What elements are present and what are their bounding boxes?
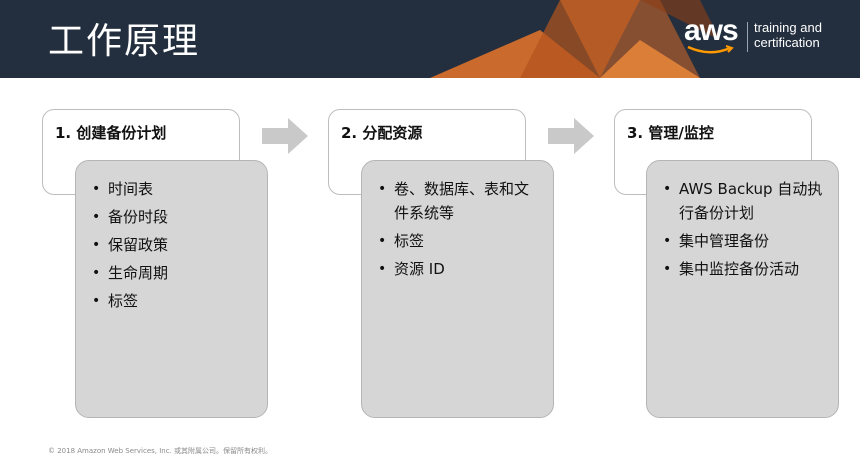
list-item: 标签: [92, 289, 257, 313]
step-2-label: 2. 分配资源: [341, 124, 423, 142]
header-banner: 工作原理 aws training and certification: [0, 0, 860, 78]
logo-tagline-line1: training and: [754, 20, 822, 35]
slide: 工作原理 aws training and certification 1. 创…: [0, 0, 860, 472]
list-item: AWS Backup 自动执行备份计划: [663, 177, 828, 225]
step-3-list: AWS Backup 自动执行备份计划 集中管理备份 集中监控备份活动: [647, 161, 838, 281]
logo-tagline-line2: certification: [754, 35, 820, 50]
list-item: 卷、数据库、表和文件系统等: [378, 177, 543, 225]
step-1-details: 时间表 备份时段 保留政策 生命周期 标签: [75, 160, 268, 418]
list-item: 标签: [378, 229, 543, 253]
list-item: 时间表: [92, 177, 257, 201]
list-item: 备份时段: [92, 205, 257, 229]
list-item: 资源 ID: [378, 257, 543, 281]
list-item: 集中管理备份: [663, 229, 828, 253]
copyright-notice: © 2018 Amazon Web Services, Inc. 或其附属公司。…: [48, 447, 273, 455]
logo-word: aws: [684, 14, 739, 47]
list-item: 保留政策: [92, 233, 257, 257]
right-arrow-icon: [548, 118, 594, 154]
logo-tagline: training and certification: [754, 20, 822, 50]
right-arrow-icon: [262, 118, 308, 154]
step-1-label: 1. 创建备份计划: [55, 124, 167, 142]
step-2-details: 卷、数据库、表和文件系统等 标签 资源 ID: [361, 160, 554, 418]
aws-smile-icon: [687, 45, 734, 54]
list-item: 生命周期: [92, 261, 257, 285]
logo-divider: [747, 22, 748, 52]
list-item: 集中监控备份活动: [663, 257, 828, 281]
step-2-list: 卷、数据库、表和文件系统等 标签 资源 ID: [362, 161, 553, 281]
aws-training-logo: aws training and certification: [684, 14, 844, 62]
page-title: 工作原理: [48, 21, 201, 62]
step-3-label: 3. 管理/监控: [627, 124, 714, 142]
step-1-list: 时间表 备份时段 保留政策 生命周期 标签: [76, 161, 267, 313]
step-3-details: AWS Backup 自动执行备份计划 集中管理备份 集中监控备份活动: [646, 160, 839, 418]
